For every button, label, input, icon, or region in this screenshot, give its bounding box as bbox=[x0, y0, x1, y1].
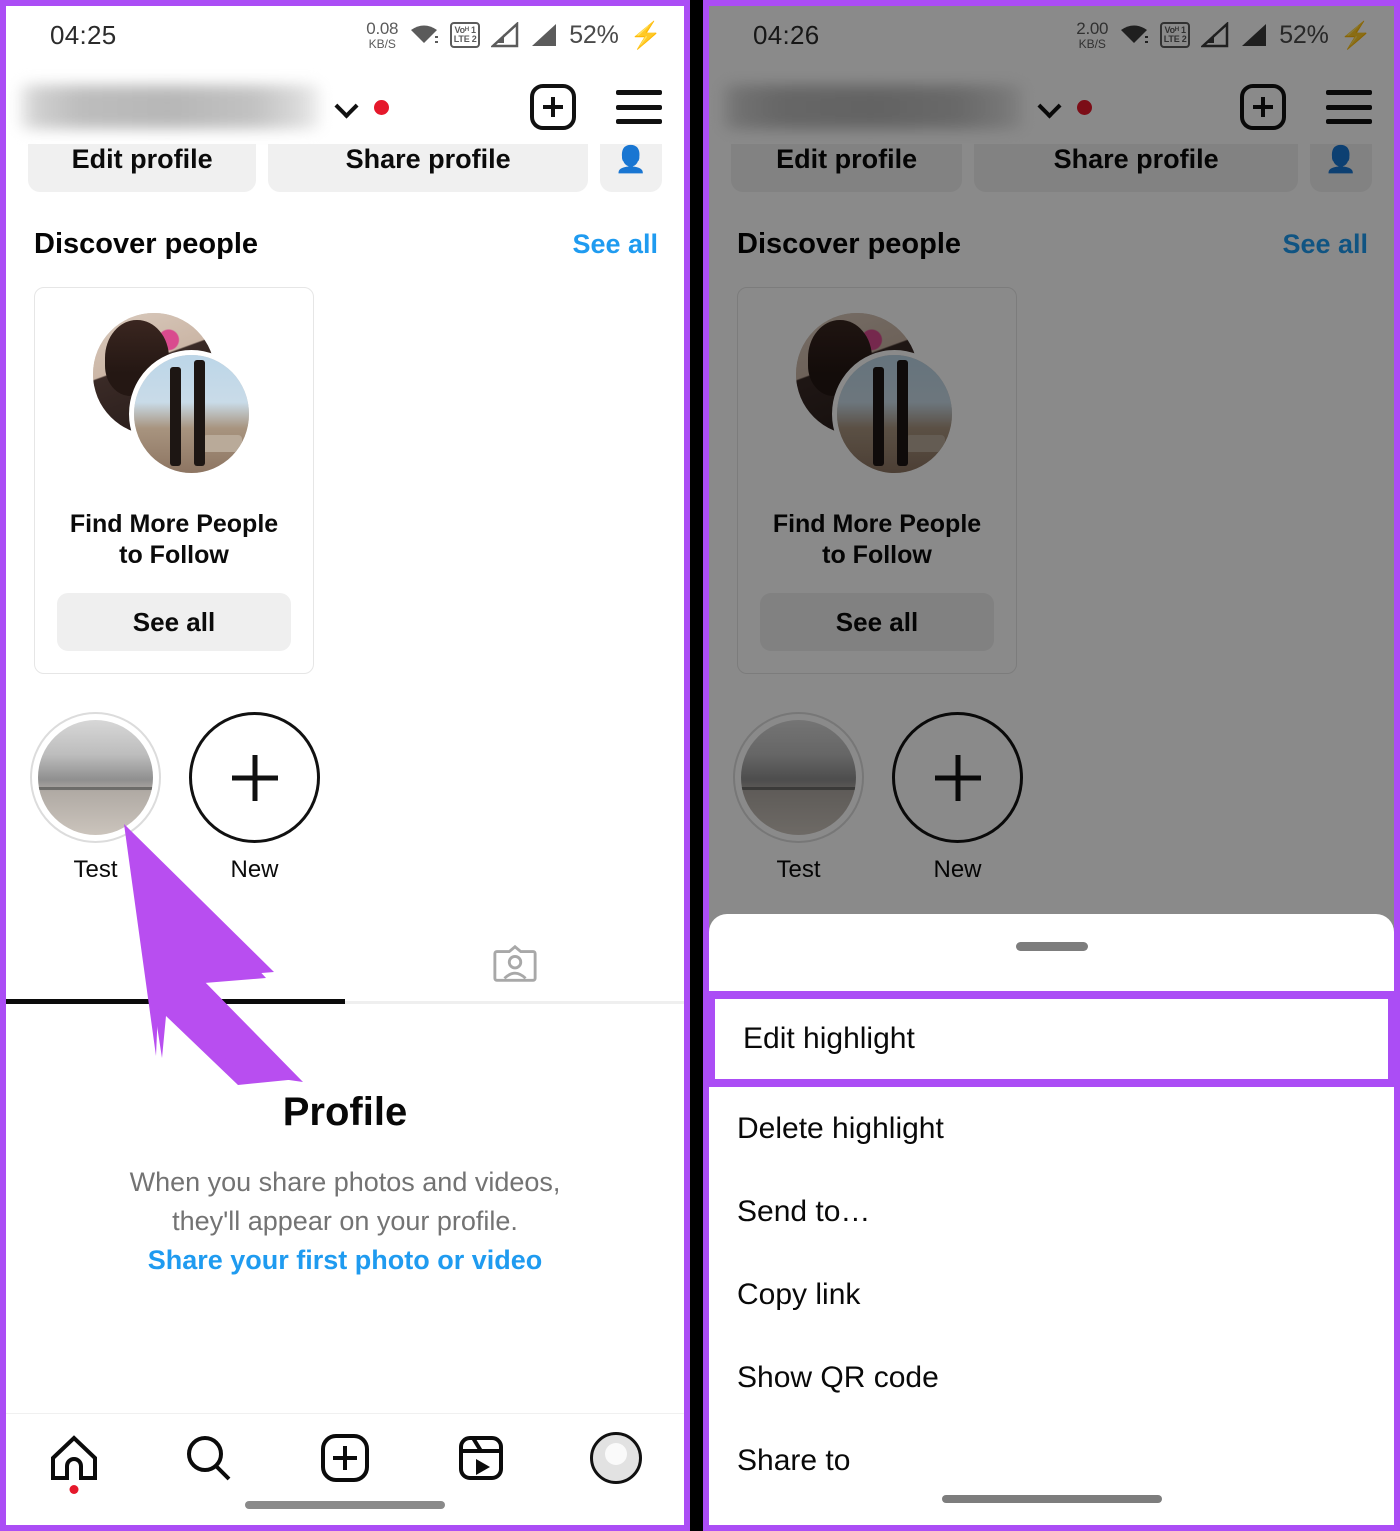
create-tab[interactable] bbox=[277, 1430, 413, 1486]
username-blurred[interactable] bbox=[20, 85, 320, 129]
create-post-icon[interactable] bbox=[530, 84, 576, 130]
status-bar: 04:25 0.08 KB/S Voᴴ 1 LTE 2 52% ⚡ bbox=[6, 6, 684, 64]
wifi-icon bbox=[409, 23, 439, 47]
right-phone-panel: 04:26 2.00 KB/S Voᴴ 1 LTE 2 52% ⚡ Edit p… bbox=[703, 0, 1400, 1531]
sheet-menu-list: Edit highlight Delete highlight Send to…… bbox=[709, 991, 1394, 1502]
share-profile-button[interactable]: Share profile bbox=[268, 144, 588, 192]
profile-action-row: Edit profile Share profile 👤 bbox=[6, 144, 684, 196]
reels-tab[interactable] bbox=[413, 1430, 549, 1486]
page-title: Profile bbox=[282, 1090, 408, 1134]
notification-dot bbox=[374, 99, 389, 115]
grid-icon bbox=[155, 945, 196, 985]
grid-tab[interactable] bbox=[6, 926, 345, 1004]
story-highlights-row: Test New bbox=[6, 674, 684, 884]
menu-item-share-to[interactable]: Share to bbox=[709, 1419, 1394, 1502]
discover-card-title: Find More People to Follow bbox=[35, 509, 313, 570]
screenshot-stage: 04:25 0.08 KB/S Voᴴ 1 LTE 2 52% ⚡ Edit p… bbox=[0, 0, 1400, 1531]
new-highlight-icon bbox=[189, 712, 320, 843]
home-notification-dot bbox=[69, 1485, 79, 1494]
data-rate-indicator: 0.08 KB/S bbox=[366, 20, 398, 50]
profile-tab[interactable] bbox=[548, 1430, 684, 1486]
system-home-indicator bbox=[941, 1495, 1162, 1503]
reels-icon bbox=[458, 1436, 503, 1480]
new-highlight-label: New bbox=[230, 856, 279, 883]
status-time: 04:25 bbox=[50, 19, 117, 50]
menu-item-send-to[interactable]: Send to… bbox=[709, 1170, 1394, 1253]
battery-percent: 52% bbox=[569, 20, 619, 49]
empty-line-1: When you share photos and videos, bbox=[129, 1167, 561, 1197]
share-first-photo-link[interactable]: Share your first photo or video bbox=[148, 1245, 543, 1275]
data-rate-value: 0.08 bbox=[366, 19, 399, 38]
profile-tabs bbox=[6, 926, 684, 1004]
discover-header: Discover people See all bbox=[6, 196, 684, 261]
highlight-ring bbox=[30, 712, 161, 843]
left-screen: 04:25 0.08 KB/S Voᴴ 1 LTE 2 52% ⚡ Edit p… bbox=[6, 6, 684, 1525]
search-icon bbox=[187, 1436, 231, 1481]
drag-handle[interactable] bbox=[1015, 942, 1088, 951]
discover-card[interactable]: Find More People to Follow See all bbox=[34, 287, 314, 674]
active-tab-underline bbox=[6, 999, 345, 1004]
highlight-cover-image bbox=[38, 720, 153, 835]
discover-avatars bbox=[35, 288, 313, 503]
highlight-label: Test bbox=[73, 856, 118, 883]
right-screen: 04:26 2.00 KB/S Voᴴ 1 LTE 2 52% ⚡ Edit p… bbox=[709, 6, 1394, 1525]
chevron-down-icon[interactable] bbox=[336, 96, 358, 118]
left-phone-panel: 04:25 0.08 KB/S Voᴴ 1 LTE 2 52% ⚡ Edit p… bbox=[0, 0, 690, 1531]
system-home-indicator bbox=[245, 1501, 445, 1509]
menu-item-edit-highlight[interactable]: Edit highlight bbox=[709, 991, 1394, 1087]
tagged-person-icon bbox=[492, 944, 537, 982]
add-person-icon: 👤 bbox=[614, 144, 648, 174]
volte-icon: Voᴴ 1 LTE 2 bbox=[450, 22, 481, 48]
hamburger-menu-icon[interactable] bbox=[616, 90, 662, 124]
charging-bolt-icon: ⚡ bbox=[629, 20, 662, 50]
empty-state-text: When you share photos and videos, they'l… bbox=[6, 1163, 684, 1280]
discover-card-title-line2: to Follow bbox=[119, 540, 229, 569]
highlight-options-sheet: Edit highlight Delete highlight Send to…… bbox=[709, 914, 1394, 1525]
discover-title: Discover people bbox=[34, 228, 259, 260]
tagged-tab[interactable] bbox=[345, 926, 684, 1004]
signal-bar-icon bbox=[532, 24, 557, 46]
menu-item-show-qr-code[interactable]: Show QR code bbox=[709, 1336, 1394, 1419]
plus-box-icon bbox=[320, 1434, 369, 1482]
empty-profile-state: Profile When you share photos and videos… bbox=[6, 1004, 684, 1280]
bottom-navigation-bar bbox=[6, 1413, 684, 1525]
signal-bar-icon bbox=[491, 22, 519, 48]
discover-card-title-line1: Find More People bbox=[69, 510, 279, 538]
menu-item-copy-link[interactable]: Copy link bbox=[709, 1253, 1394, 1336]
discover-see-all-link[interactable]: See all bbox=[572, 229, 658, 260]
inactive-tab-underline bbox=[345, 1001, 684, 1004]
volte-line2: LTE 2 bbox=[453, 34, 477, 44]
highlight-item-new[interactable]: New bbox=[189, 712, 320, 884]
discover-card-see-all-button[interactable]: See all bbox=[57, 593, 291, 651]
home-icon bbox=[50, 1435, 97, 1480]
home-tab[interactable] bbox=[6, 1430, 142, 1494]
edit-profile-button[interactable]: Edit profile bbox=[28, 144, 257, 192]
menu-item-delete-highlight[interactable]: Delete highlight bbox=[709, 1087, 1394, 1170]
profile-header bbox=[6, 64, 684, 150]
status-icons: 0.08 KB/S Voᴴ 1 LTE 2 52% ⚡ bbox=[366, 20, 662, 50]
avatar-front bbox=[129, 350, 254, 478]
data-rate-unit: KB/S bbox=[368, 37, 396, 51]
search-tab[interactable] bbox=[142, 1430, 278, 1486]
avatar bbox=[590, 1432, 643, 1484]
add-person-button[interactable]: 👤 bbox=[600, 144, 662, 192]
empty-line-2: they'll appear on your profile. bbox=[172, 1206, 518, 1237]
highlight-item-test[interactable]: Test bbox=[30, 712, 161, 884]
